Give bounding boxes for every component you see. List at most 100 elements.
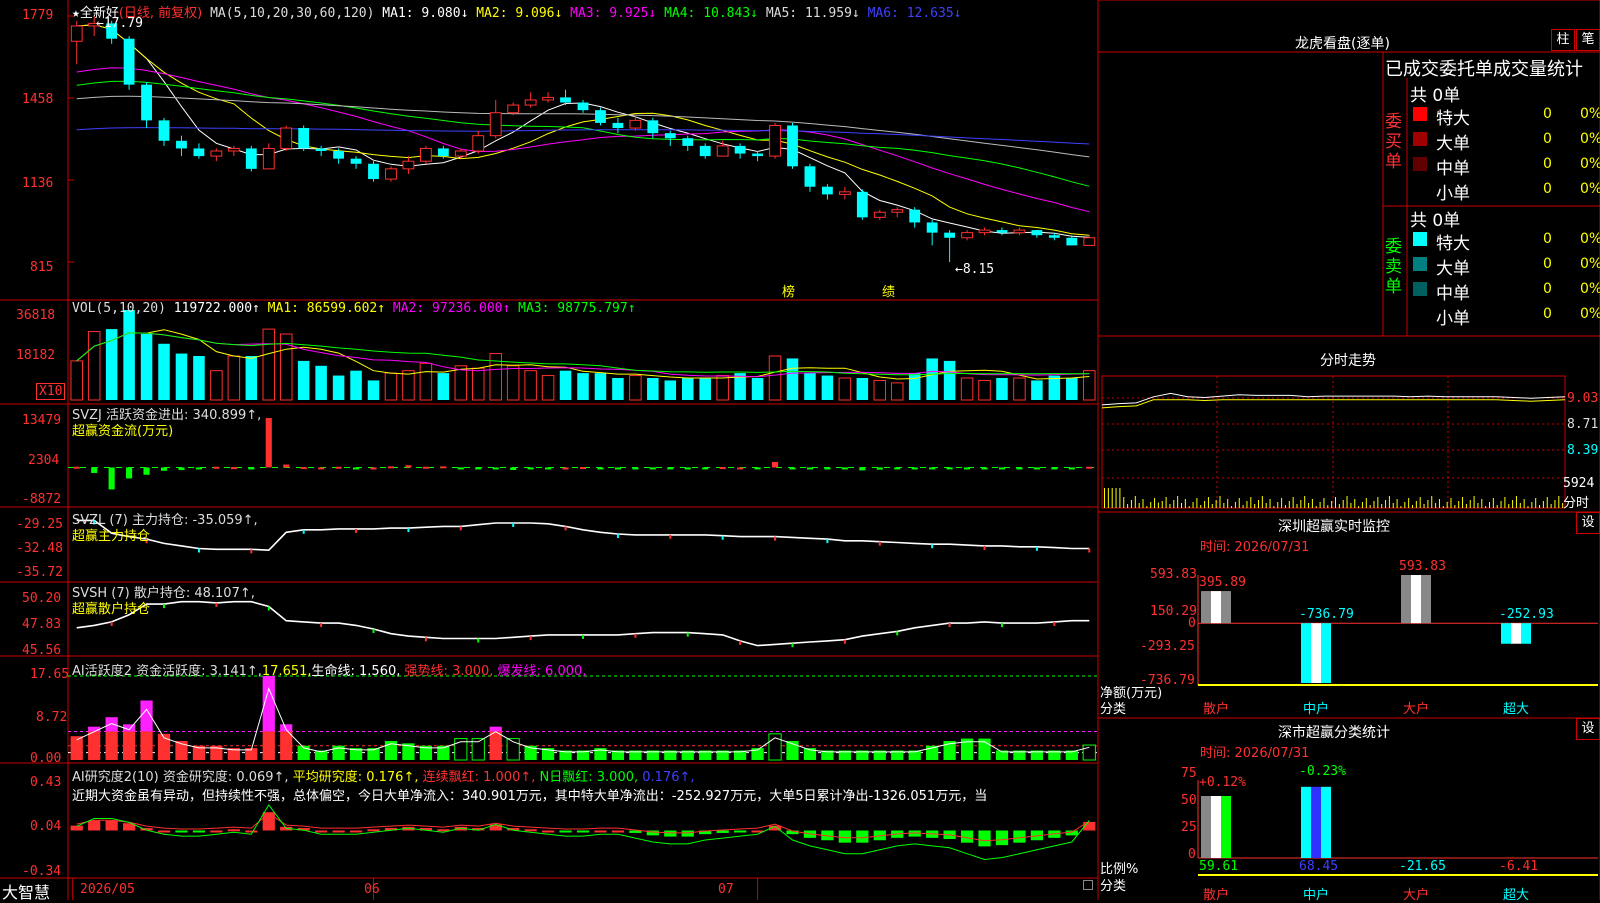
price-tick: 1136 — [22, 176, 54, 191]
candle-down — [734, 145, 746, 154]
ma6-line — [76, 127, 1090, 145]
net-amount-bar — [1201, 591, 1211, 624]
tab-bar-chart[interactable]: 柱 — [1551, 29, 1575, 51]
money-flow-bar — [562, 467, 569, 470]
tab-pen-detail[interactable]: 笔 — [1576, 29, 1600, 51]
intraday-volume-bar — [1485, 506, 1487, 508]
sz-monitor-tick: 593.83 — [1150, 567, 1197, 582]
buy-row: 特大 0 0% — [1410, 104, 1600, 129]
money-flow-bar — [335, 466, 342, 469]
money-flow-bar — [929, 467, 936, 470]
volume-bar-down — [943, 360, 956, 400]
research-bar — [838, 830, 851, 843]
candle-down — [333, 150, 345, 159]
money-flow-bar — [91, 467, 98, 473]
intraday-title: 分时走势 — [1320, 353, 1376, 369]
volume-bar-up — [210, 370, 223, 401]
candle-down — [368, 163, 379, 180]
intraday-tick: 8.39 — [1567, 443, 1599, 458]
money-flow-bar — [248, 467, 255, 470]
earnings-marker[interactable]: 绩 — [882, 281, 895, 300]
chart-canvas[interactable] — [0, 0, 1600, 900]
intraday-volume-bar — [1308, 503, 1310, 508]
main-force-tick — [774, 536, 777, 541]
sell-label: 小单 — [1436, 309, 1470, 329]
candle-down — [821, 186, 833, 195]
sz-class-settings-button[interactable]: 设 — [1576, 718, 1600, 740]
intraday-volume-bar — [1335, 497, 1336, 508]
intraday-volume-bar — [1385, 500, 1387, 508]
category-label: 超大 — [1503, 702, 1530, 717]
research-bar — [524, 829, 537, 832]
candle-up — [1013, 229, 1026, 234]
dragon-tiger-marker[interactable]: 榜 — [782, 281, 795, 300]
buy-percent: 0% — [1580, 131, 1600, 147]
research-bar — [541, 830, 555, 833]
volume-bar-down — [1031, 380, 1043, 400]
ai-research-comment: 近期大资金虽有异动，但持续性不强，总体偏空，今日大单净流入：340.901万元，… — [72, 789, 988, 804]
ma4-line — [76, 80, 1090, 187]
intraday-volume-bar — [1254, 504, 1256, 508]
volume-bar-down — [315, 365, 327, 400]
kline-header: ★全新好(日线, 前复权) MA(5,10,20,30,60,120) MA1:… — [72, 2, 961, 21]
intraday-volume-bar — [1489, 502, 1490, 508]
research-bar — [576, 830, 590, 833]
intraday-volume-bar — [1231, 506, 1233, 508]
category-label: 散户 — [1203, 702, 1230, 717]
volume-bar-up — [1013, 377, 1026, 401]
money-flow-bar — [178, 467, 185, 471]
candle-up — [210, 150, 223, 157]
research-bar — [978, 830, 991, 847]
buy-row: 大单 0 0% — [1410, 129, 1600, 154]
candle-down — [193, 148, 205, 157]
ai-research-header: AI研究度2(10) 资金研究度: 0.069↑, 平均研究度: 0.176↑,… — [72, 766, 695, 785]
money-flow-bar — [283, 464, 290, 468]
sz-monitor-settings-button[interactable]: 设 — [1576, 512, 1600, 534]
research-bar — [611, 830, 625, 833]
buy-percent: 0% — [1580, 156, 1600, 172]
retail-tick — [320, 623, 323, 628]
volume-bar-down — [175, 353, 188, 400]
star-icon[interactable]: ★ — [72, 6, 80, 21]
volume-bar-down — [367, 380, 380, 400]
net-amount-bar — [1321, 623, 1331, 683]
volume-bar-down — [158, 343, 170, 400]
candle-up — [873, 211, 886, 218]
ai-research-tick: 0.04 — [30, 819, 62, 834]
buy-row: 中单 0 0% — [1410, 154, 1600, 179]
intraday-volume-bar — [1327, 505, 1329, 508]
sell-percent: 0% — [1580, 231, 1600, 247]
lock-icon[interactable] — [1083, 880, 1093, 890]
net-amount-bar — [1411, 575, 1421, 624]
money-flow-bar — [510, 467, 517, 471]
vol-ma2: MA2: 97236.000↑ — [392, 301, 511, 316]
intraday-volume-bar — [1435, 503, 1437, 508]
retail-tick — [686, 632, 689, 637]
volume-bar-down — [926, 358, 938, 400]
volume-bar-down — [123, 310, 135, 400]
buy-count: 0 — [1543, 106, 1552, 122]
intraday-volume-bar — [1196, 498, 1198, 508]
retail-tick — [1000, 623, 1003, 628]
volume-bar-up — [838, 377, 852, 401]
net-amount-bar — [1511, 623, 1521, 644]
volume-bar-down — [105, 329, 118, 400]
vol-tick: 36818 — [16, 308, 56, 323]
activity-bar — [105, 731, 118, 760]
vol-unit-badge[interactable]: X10 — [36, 383, 66, 400]
net-amount-label: -736.79 — [1299, 607, 1354, 623]
svzl-subtitle: 超赢主力持仓 — [72, 529, 151, 544]
intraday-volume-bar — [1358, 506, 1360, 508]
intraday-volume-bar — [1319, 502, 1321, 508]
volume-bar-down — [804, 373, 816, 400]
candle-up — [280, 127, 293, 149]
intraday-volume-bar — [1350, 503, 1352, 508]
candle-down — [926, 222, 938, 233]
money-flow-bar — [597, 467, 604, 470]
retail-tick — [424, 637, 427, 642]
volume-bar-down — [193, 355, 205, 400]
ai-active-tick: 8.72 — [36, 710, 68, 725]
intraday-volume-bar — [1192, 502, 1194, 508]
vol-ma3: MA3: 98775.797↑ — [518, 301, 636, 316]
retail-tick — [110, 621, 113, 626]
